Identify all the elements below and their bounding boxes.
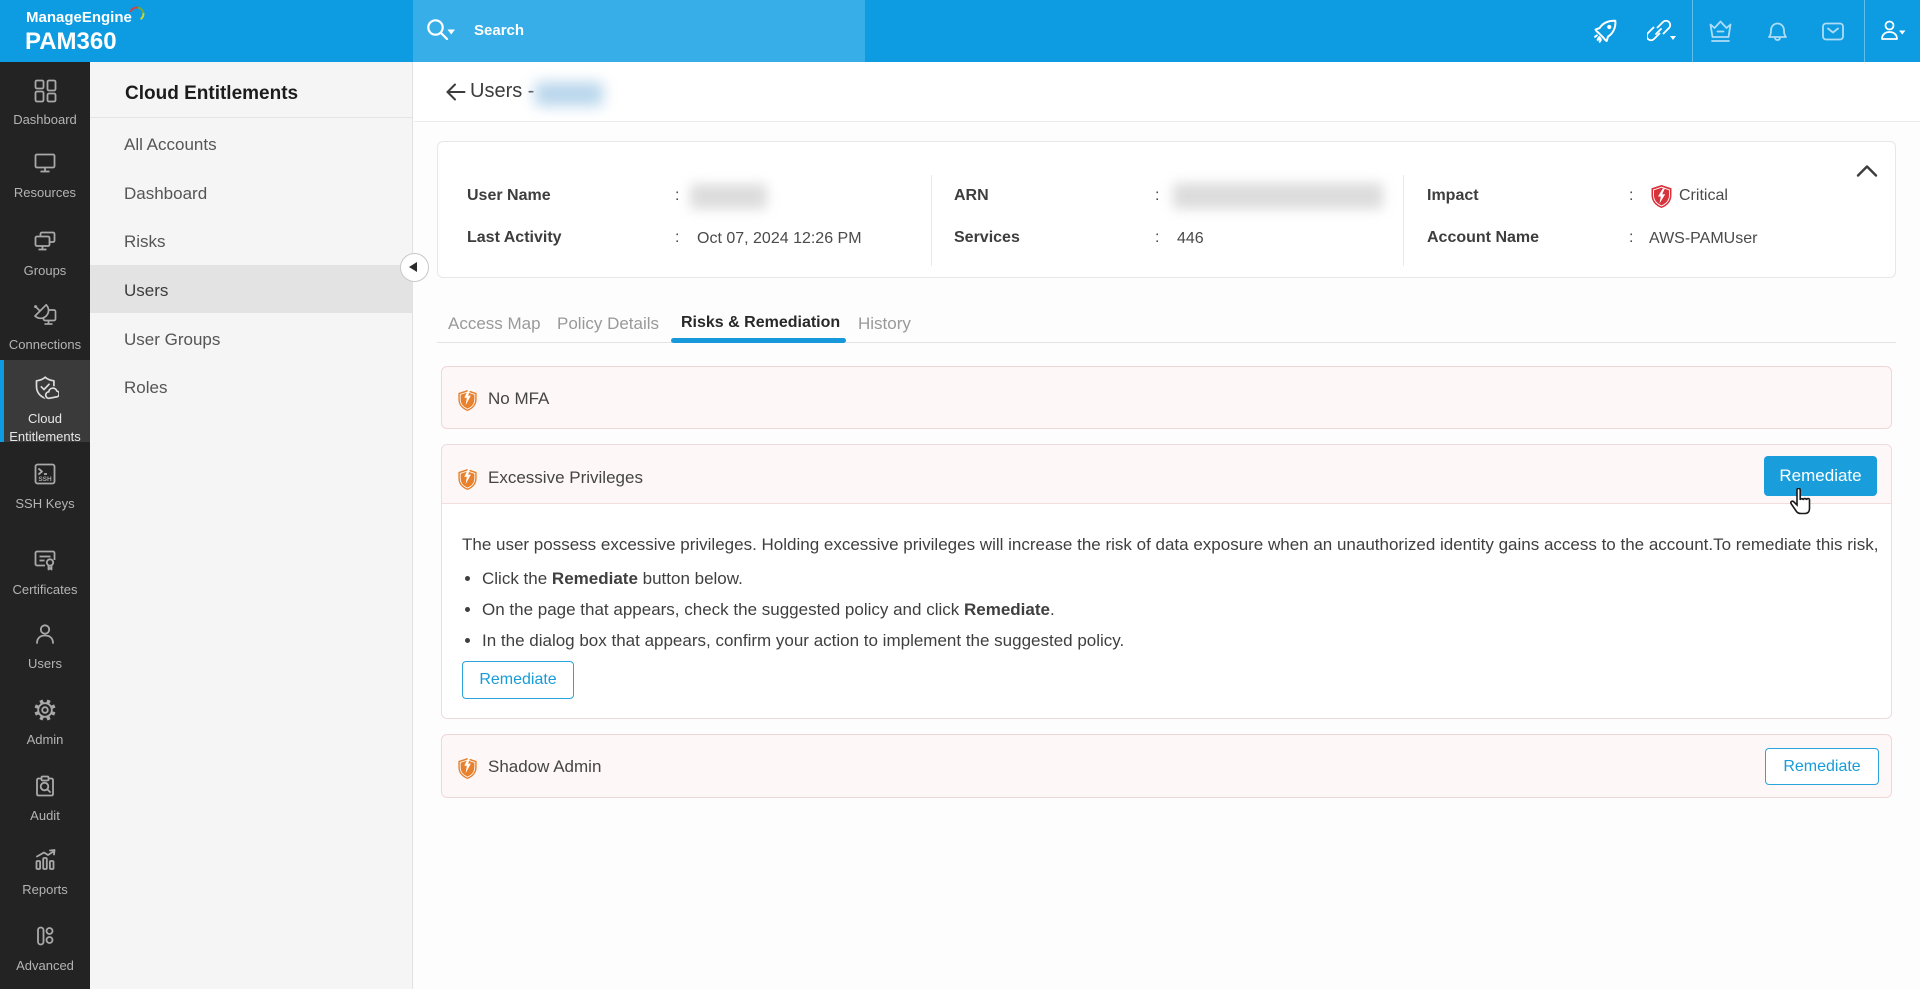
svg-text:SSH: SSH bbox=[38, 476, 52, 483]
